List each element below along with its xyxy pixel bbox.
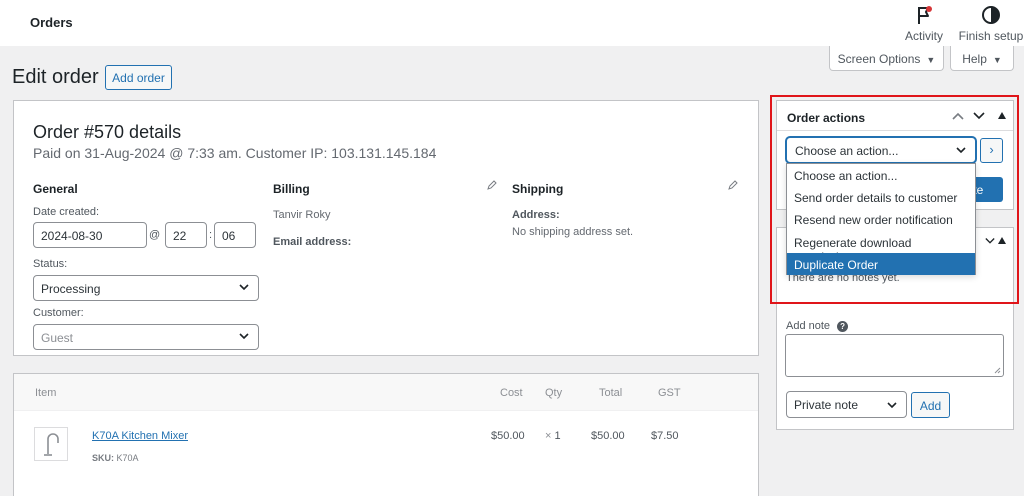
item-cost: $50.00 (491, 430, 525, 442)
at-symbol: @ (149, 229, 161, 241)
billing-email-label: Email address: (273, 236, 352, 248)
finish-setup-button[interactable]: Finish setup (958, 4, 1024, 43)
highlight-box (770, 95, 1019, 304)
resize-handle-icon[interactable] (994, 367, 1001, 374)
item-total: $50.00 (591, 430, 625, 442)
customer-label: Customer: (33, 307, 84, 319)
page-section-title: Orders (30, 15, 73, 30)
shipping-heading: Shipping (512, 182, 564, 196)
half-circle-icon (982, 6, 1000, 24)
status-label: Status: (33, 258, 68, 270)
add-note-label-row: Add note? (786, 320, 849, 332)
notification-dot (926, 6, 932, 12)
sku-label: SKU: (92, 453, 114, 463)
general-heading: General (33, 182, 78, 196)
screen-options-button[interactable]: Screen Options ▼ (829, 46, 944, 71)
sku-value: K70A (116, 453, 139, 463)
activity-label: Activity (904, 29, 943, 43)
pencil-icon[interactable] (728, 180, 738, 190)
time-colon: : (209, 229, 213, 241)
chevron-down-icon (239, 284, 249, 291)
billing-name: Tanvir Roky (273, 209, 331, 221)
activity-button[interactable]: Activity (900, 4, 948, 43)
page-title: Edit order (12, 66, 99, 88)
product-thumbnail (34, 427, 68, 461)
shipping-address-value: No shipping address set. (512, 226, 634, 238)
help-icon[interactable]: ? (837, 321, 849, 332)
add-note-button[interactable]: Add (911, 392, 950, 418)
customer-select[interactable]: Guest (33, 324, 259, 350)
item-gst: $7.50 (651, 430, 679, 442)
caret-down-icon: ▼ (992, 55, 1002, 65)
product-link[interactable]: K70A Kitchen Mixer (92, 430, 188, 442)
column-gst: GST (658, 387, 681, 399)
help-label: Help (962, 52, 987, 66)
chevron-down-icon (239, 333, 249, 340)
faucet-icon (44, 433, 59, 456)
shipping-address-label: Address: (512, 209, 560, 221)
qty-value: 1 (554, 430, 561, 442)
order-heading: Order #570 details (33, 122, 182, 142)
customer-value: Guest (41, 331, 74, 345)
help-button[interactable]: Help ▼ (950, 46, 1014, 71)
finish-setup-label: Finish setup (958, 29, 1024, 43)
minute-input[interactable]: 06 (214, 222, 256, 248)
billing-heading: Billing (273, 182, 310, 196)
screen-options-label: Screen Options (837, 52, 921, 66)
column-total: Total (599, 387, 623, 399)
status-value: Processing (41, 282, 101, 296)
add-note-label: Add note (786, 320, 831, 332)
hour-input[interactable]: 22 (165, 222, 207, 248)
note-type-select[interactable]: Private note (786, 391, 907, 418)
product-sku: SKU: K70A (92, 453, 139, 463)
chevron-down-icon (887, 402, 897, 409)
caret-down-icon: ▼ (926, 55, 936, 65)
column-cost: Cost (500, 387, 523, 399)
items-table-header (14, 374, 758, 411)
status-select[interactable]: Processing (33, 275, 259, 301)
column-qty: Qty (545, 387, 563, 399)
note-textarea[interactable] (785, 334, 1004, 377)
item-qty: × 1 (545, 430, 561, 442)
top-bar (0, 0, 1024, 46)
date-created-input[interactable]: 2024-08-30 (33, 222, 147, 248)
date-created-label: Date created: (33, 206, 100, 218)
pencil-icon[interactable] (487, 180, 497, 190)
column-item: Item (35, 387, 57, 399)
times-symbol: × (545, 430, 552, 442)
note-type-value: Private note (794, 398, 859, 412)
add-order-button[interactable]: Add order (105, 65, 172, 90)
order-subheading: Paid on 31-Aug-2024 @ 7:33 am. Customer … (33, 145, 437, 161)
